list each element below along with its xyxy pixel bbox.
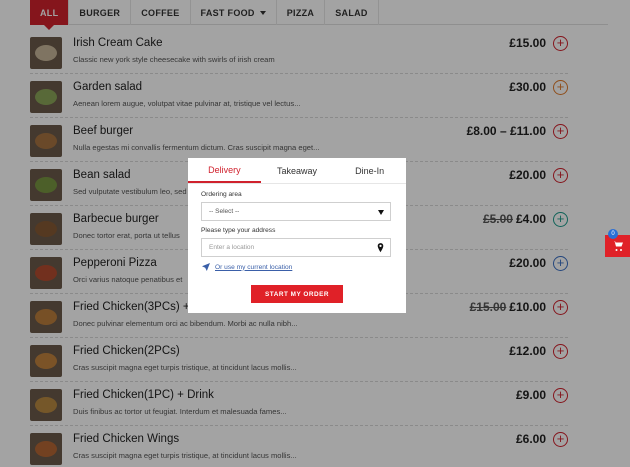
order-type-tabs: Delivery Takeaway Dine-In xyxy=(188,158,406,184)
location-arrow-icon xyxy=(202,263,210,271)
address-placeholder: Enter a location xyxy=(209,244,255,251)
use-current-location-link[interactable]: Or use my current location xyxy=(202,263,292,271)
cart-icon xyxy=(612,241,623,251)
ordering-area-value: -- Select -- xyxy=(209,208,240,215)
cart-button[interactable]: 0 xyxy=(605,229,630,257)
current-location-text: Or use my current location xyxy=(215,263,293,271)
tab-takeaway[interactable]: Takeaway xyxy=(261,158,334,183)
chevron-down-icon xyxy=(378,210,384,215)
order-type-modal: Delivery Takeaway Dine-In Ordering area … xyxy=(188,158,406,313)
ordering-area-label: Ordering area xyxy=(201,191,242,198)
tab-dine-in[interactable]: Dine-In xyxy=(333,158,406,183)
cart-count-badge: 0 xyxy=(608,229,618,239)
address-label: Please type your address xyxy=(201,227,276,234)
ordering-area-select[interactable]: -- Select -- xyxy=(201,202,391,221)
address-input[interactable]: Enter a location xyxy=(201,238,391,257)
start-order-button[interactable]: START MY ORDER xyxy=(251,285,343,303)
map-pin-icon xyxy=(377,243,384,253)
tab-delivery[interactable]: Delivery xyxy=(188,158,261,183)
